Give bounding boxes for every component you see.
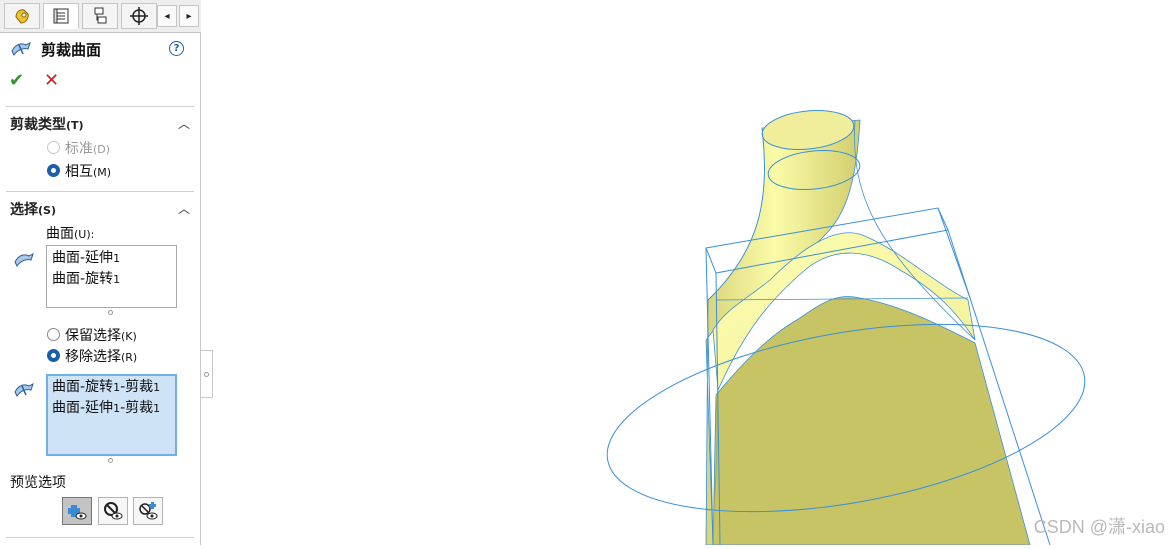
graphics-viewport[interactable]: [214, 0, 1171, 546]
pieces-selection-icon: [14, 383, 34, 397]
list-item[interactable]: 曲面-旋转1: [52, 269, 171, 290]
trim-type-standard-label: 标准(D): [65, 141, 111, 157]
handle-grip-icon: [204, 372, 209, 377]
pieces-listbox[interactable]: 曲面-旋转1-剪裁1 曲面-延伸1-剪裁1: [46, 374, 177, 456]
list-item[interactable]: 曲面-旋转1-剪裁1: [52, 377, 171, 398]
property-manager-panel: ◂ ▸ 剪裁曲面 ? ✔ ✕ 剪裁类型(T) ︿ 标准(D) 相互(M) 选择(…: [0, 0, 201, 545]
tab-scroll-right-button[interactable]: ▸: [179, 5, 199, 27]
tab-dimxpert[interactable]: [121, 3, 157, 29]
configuration-manager-icon: [94, 7, 107, 24]
trimmed-surface-model[interactable]: [214, 0, 1171, 546]
watermark: CSDN @潇-xiao: [1033, 517, 1165, 537]
trim-type-standard-radio[interactable]: [47, 141, 60, 154]
keep-selections-label: 保留选择(K): [65, 328, 137, 344]
cancel-button[interactable]: ✕: [44, 70, 59, 91]
remove-selections-label: 移除选择(R): [65, 349, 138, 365]
ok-button[interactable]: ✔: [9, 70, 24, 91]
preview-options-title: 预览选项: [10, 475, 66, 491]
resize-grip[interactable]: [108, 310, 113, 315]
tab-scroll-left-button[interactable]: ◂: [157, 5, 177, 27]
arrow-right-icon: ▸: [186, 10, 192, 22]
collapse-chevron-icon[interactable]: ︿: [178, 115, 190, 132]
tab-feature-manager[interactable]: [4, 3, 40, 29]
trim-type-mutual-radio[interactable]: [47, 164, 60, 177]
divider: [6, 537, 194, 538]
keep-selections-radio[interactable]: [47, 328, 60, 341]
manager-tab-bar: ◂ ▸: [0, 0, 201, 33]
dimxpert-icon: [130, 7, 148, 25]
panel-collapse-handle[interactable]: [201, 350, 213, 398]
show-both-button[interactable]: [133, 497, 163, 525]
collapse-chevron-icon[interactable]: ︿: [178, 200, 190, 217]
resize-grip[interactable]: [108, 458, 113, 463]
show-included-icon: [68, 505, 87, 520]
tab-property-manager[interactable]: [43, 3, 79, 29]
page-title: 剪裁曲面: [41, 41, 102, 59]
show-both-icon: [139, 502, 158, 520]
tab-configuration-manager[interactable]: [82, 3, 118, 29]
divider: [6, 106, 194, 107]
selections-section-title[interactable]: 选择(S): [10, 199, 56, 219]
list-item[interactable]: 曲面-延伸1: [52, 248, 171, 269]
property-manager-icon: [53, 8, 69, 24]
surfaces-listbox[interactable]: 曲面-延伸1 曲面-旋转1: [46, 245, 177, 308]
arrow-left-icon: ◂: [164, 10, 170, 22]
show-excluded-icon: [104, 502, 123, 520]
surfaces-label: 曲面(U):: [46, 226, 95, 242]
trim-type-section-title[interactable]: 剪裁类型(T): [10, 114, 84, 134]
divider: [6, 191, 194, 192]
list-item[interactable]: 曲面-延伸1-剪裁1: [52, 398, 171, 419]
trim-type-mutual-label: 相互(M): [65, 164, 112, 180]
remove-selections-radio[interactable]: [47, 349, 60, 362]
feature-manager-icon: [15, 9, 29, 24]
surface-selection-icon: [14, 253, 34, 267]
show-included-button[interactable]: [62, 497, 92, 525]
show-excluded-button[interactable]: [98, 497, 128, 525]
help-icon[interactable]: ?: [169, 41, 184, 56]
trim-surface-icon: [11, 42, 31, 56]
